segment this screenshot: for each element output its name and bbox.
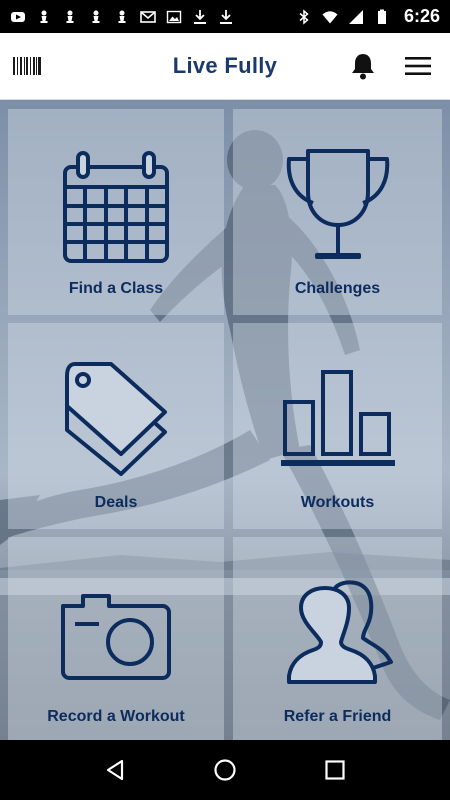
trophy-icon xyxy=(286,149,389,259)
system-nav-bar xyxy=(0,740,450,800)
dashboard: Find a Class Challenges Deals Workouts R… xyxy=(0,100,450,740)
download-icon xyxy=(194,9,206,24)
notifications-button[interactable] xyxy=(348,51,378,81)
tile-workouts[interactable]: Workouts xyxy=(233,323,442,529)
wifi-icon xyxy=(322,10,338,23)
tile-label: Find a Class xyxy=(68,280,164,297)
status-bar: 6:26 xyxy=(0,0,450,33)
barcode-button[interactable] xyxy=(12,51,42,81)
barcode-icon xyxy=(13,57,41,75)
signal-icon xyxy=(348,9,363,24)
tag-icon xyxy=(65,362,167,476)
bell-icon xyxy=(352,54,374,80)
recents-button[interactable] xyxy=(315,750,355,790)
notification-icons xyxy=(10,9,234,25)
clock: 6:26 xyxy=(403,6,440,26)
tile-label: Refer a Friend xyxy=(283,708,392,725)
tile-label: Record a Workout xyxy=(47,708,185,725)
menu-button[interactable] xyxy=(403,51,433,81)
tile-refer-a-friend[interactable]: Refer a Friend xyxy=(233,537,442,740)
youtube-icon xyxy=(11,11,25,22)
recents-icon xyxy=(325,760,345,780)
chess-pawn-icon xyxy=(40,10,48,23)
chess-pawn-icon xyxy=(118,10,126,23)
chess-pawn-icon xyxy=(92,10,100,23)
tile-deals[interactable]: Deals xyxy=(8,323,224,529)
users-icon xyxy=(286,580,393,684)
back-button[interactable] xyxy=(95,750,135,790)
tile-record-a-workout[interactable]: Record a Workout xyxy=(8,537,224,740)
tile-label: Deals xyxy=(94,494,138,511)
camera-icon xyxy=(61,594,171,680)
download-icon xyxy=(220,9,232,24)
home-icon xyxy=(214,759,236,781)
battery-icon xyxy=(377,9,386,24)
tile-label: Workouts xyxy=(300,494,375,511)
back-icon xyxy=(106,759,124,781)
menu-icon xyxy=(405,57,431,75)
bluetooth-icon xyxy=(299,8,309,25)
calendar-icon xyxy=(63,150,169,263)
system-status: 6:26 xyxy=(296,6,440,27)
image-icon xyxy=(166,10,182,23)
tile-find-a-class[interactable]: Find a Class xyxy=(8,109,224,315)
app-bar: Live Fully xyxy=(0,33,450,100)
tile-label: Challenges xyxy=(294,280,381,297)
bar-chart-icon xyxy=(280,370,395,466)
chess-pawn-icon xyxy=(66,10,74,23)
tile-challenges[interactable]: Challenges xyxy=(233,109,442,315)
home-button[interactable] xyxy=(205,750,245,790)
gmail-icon xyxy=(140,10,156,23)
app-title: Live Fully xyxy=(172,53,278,78)
